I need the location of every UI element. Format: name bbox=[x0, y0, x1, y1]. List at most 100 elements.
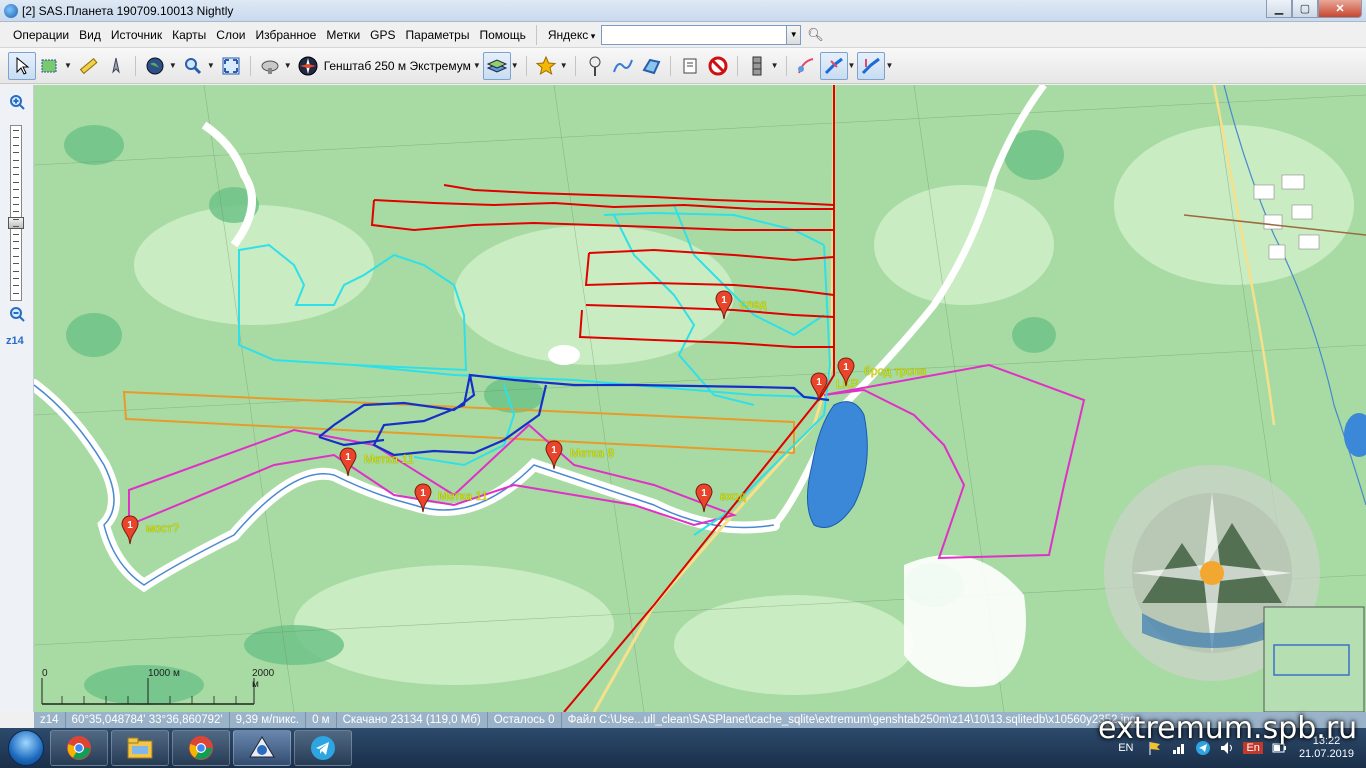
maximize-button[interactable]: ▢ bbox=[1292, 0, 1318, 18]
minimap[interactable] bbox=[1263, 606, 1365, 712]
menu-favorites[interactable]: Избранное bbox=[250, 22, 321, 48]
marker-number: 1 bbox=[816, 377, 822, 388]
gps-follow-button[interactable] bbox=[819, 51, 848, 80]
clock-date: 21.07.2019 bbox=[1298, 748, 1354, 760]
layers-button[interactable] bbox=[482, 51, 511, 80]
menu-view[interactable]: Вид bbox=[74, 22, 106, 48]
chrome-icon bbox=[67, 736, 91, 760]
add-polygon-button[interactable] bbox=[637, 52, 665, 80]
map-marker-pin[interactable]: 1 bbox=[695, 483, 713, 513]
title-bar[interactable]: [2] SAS.Планета 190709.10013 Nightly ▁ ▢… bbox=[0, 0, 1366, 22]
taskbar-telegram[interactable] bbox=[294, 730, 352, 766]
hide-marks-button[interactable] bbox=[704, 52, 732, 80]
menu-marks[interactable]: Метки bbox=[321, 22, 365, 48]
zoom-tick bbox=[13, 167, 19, 168]
map-view[interactable]: 1 мост? 1 Метка 11 1 Метка 11 1 Метка 8 1 вход 1 сл… bbox=[34, 85, 1366, 712]
main-toolbar: ▼ ▼ ▼ ▼ Генштаб 250 м Экстремум ▼ ▼ ▼ ▼ … bbox=[0, 48, 1366, 84]
map-marker-pin[interactable]: 1 bbox=[121, 515, 139, 545]
menu-gps[interactable]: GPS bbox=[365, 22, 400, 48]
menu-source[interactable]: Источник bbox=[106, 22, 167, 48]
marker-number: 1 bbox=[551, 445, 557, 456]
marker-pin-icon: 1 bbox=[339, 447, 357, 477]
toolbar-separator bbox=[736, 55, 738, 76]
map-marker-pin[interactable]: 1 bbox=[715, 290, 733, 320]
status-coordinates: 60°35,048784' 33°36,860792' bbox=[66, 712, 230, 728]
ruler-button[interactable] bbox=[74, 52, 102, 80]
map-canvas[interactable] bbox=[34, 85, 1366, 712]
satellite-button[interactable] bbox=[256, 52, 284, 80]
chevron-down-icon[interactable]: ▼ bbox=[207, 61, 215, 70]
zoom-in-button[interactable] bbox=[8, 93, 26, 111]
gps-button[interactable] bbox=[102, 52, 130, 80]
menu-settings[interactable]: Параметры bbox=[401, 22, 475, 48]
taskbar-chrome-2[interactable] bbox=[172, 730, 230, 766]
map-marker-pin[interactable]: 1 bbox=[810, 372, 828, 402]
track-icon bbox=[797, 57, 813, 73]
chevron-down-icon[interactable]: ▼ bbox=[64, 61, 72, 70]
map-marker-label: след bbox=[740, 297, 767, 311]
taskbar-sasplanet[interactable] bbox=[233, 730, 291, 766]
gps-track-button[interactable] bbox=[792, 52, 820, 80]
fullscreen-button[interactable] bbox=[217, 52, 245, 80]
grid-button[interactable] bbox=[743, 52, 771, 80]
map-marker-pin[interactable]: 1 bbox=[545, 440, 563, 470]
menu-operations[interactable]: Операции bbox=[8, 22, 74, 48]
menu-layers[interactable]: Слои bbox=[211, 22, 250, 48]
cursor-icon bbox=[16, 56, 30, 75]
status-file-path: Файл C:\Use...ull_clean\SASPlanet\cache_… bbox=[567, 714, 1137, 726]
notes-button[interactable] bbox=[676, 52, 704, 80]
map-marker-pin[interactable]: 1 bbox=[339, 447, 357, 477]
marker-pin-icon: 1 bbox=[837, 357, 855, 387]
zoom-out-button[interactable] bbox=[8, 305, 26, 323]
satellite-icon bbox=[261, 60, 279, 74]
menu-maps[interactable]: Карты bbox=[167, 22, 211, 48]
sasplanet-icon bbox=[249, 736, 275, 758]
globe-button[interactable] bbox=[141, 52, 169, 80]
add-path-button[interactable] bbox=[609, 52, 637, 80]
minimize-button[interactable]: ▁ bbox=[1266, 0, 1292, 18]
chevron-down-icon[interactable]: ▼ bbox=[560, 61, 568, 70]
search-history-dropdown[interactable]: ▼ bbox=[787, 24, 802, 45]
chevron-down-icon[interactable]: ▼ bbox=[473, 61, 481, 70]
search-input[interactable] bbox=[601, 24, 788, 45]
telegram-icon bbox=[311, 736, 335, 760]
map-marker-pin[interactable]: 1 bbox=[414, 483, 432, 513]
marker-pin-icon: 1 bbox=[810, 372, 828, 402]
map-marker-label: брод тропа bbox=[864, 364, 927, 378]
zoom-icon bbox=[184, 57, 201, 74]
add-point-button[interactable] bbox=[581, 52, 609, 80]
close-button[interactable]: ✕ bbox=[1318, 0, 1362, 18]
chevron-down-icon[interactable]: ▼ bbox=[511, 61, 519, 70]
chevron-down-icon[interactable]: ▼ bbox=[169, 61, 177, 70]
layer-select-button[interactable] bbox=[36, 52, 64, 80]
chevron-down-icon[interactable]: ▼ bbox=[771, 61, 779, 70]
chevron-down-icon[interactable]: ▼ bbox=[885, 61, 893, 70]
zoom-slider[interactable] bbox=[8, 125, 24, 301]
globe-icon bbox=[146, 57, 164, 74]
track-active-icon bbox=[824, 57, 843, 74]
marker-number: 1 bbox=[701, 488, 707, 499]
window-controls: ▁ ▢ ✕ bbox=[1266, 0, 1362, 18]
gps-icon bbox=[112, 57, 120, 74]
gps-center-button[interactable] bbox=[857, 51, 886, 80]
zoom-button[interactable] bbox=[179, 52, 207, 80]
zoom-tick bbox=[13, 196, 19, 198]
start-button[interactable] bbox=[8, 730, 44, 766]
taskbar-explorer[interactable] bbox=[111, 730, 169, 766]
scale-label-end: 2000 м bbox=[252, 668, 275, 690]
marker-pin-icon: 1 bbox=[695, 483, 713, 513]
compass-button[interactable] bbox=[294, 52, 322, 80]
chevron-down-icon[interactable]: ▼ bbox=[284, 61, 292, 70]
chevron-down-icon[interactable]: ▼ bbox=[848, 61, 856, 70]
map-layer-selector[interactable]: Генштаб 250 м Экстремум bbox=[324, 59, 471, 73]
cursor-button[interactable] bbox=[8, 51, 36, 80]
favorites-button[interactable] bbox=[532, 52, 560, 80]
map-marker-pin[interactable]: 1 bbox=[837, 357, 855, 387]
taskbar-chrome-1[interactable] bbox=[50, 730, 108, 766]
toolbar-separator bbox=[249, 55, 251, 76]
search-provider-dropdown[interactable]: Яндекс bbox=[544, 28, 601, 42]
search-icon[interactable]: 🔍︎ bbox=[807, 27, 824, 43]
layers-icon bbox=[486, 58, 508, 73]
menu-help[interactable]: Помощь bbox=[474, 22, 530, 48]
zoom-tick bbox=[13, 181, 19, 183]
